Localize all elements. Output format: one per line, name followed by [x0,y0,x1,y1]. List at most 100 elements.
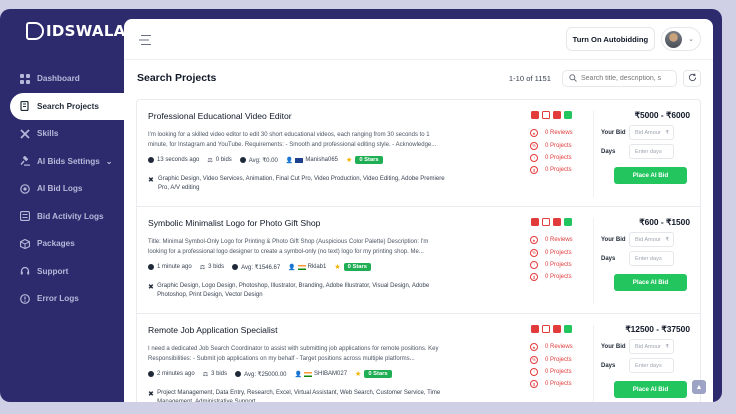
skills-text: Graphic Design, Video Services, Animatio… [158,176,445,192]
user-icon: 👤 [288,264,296,271]
projects-stat: $0 Projects [530,378,573,390]
divider [593,218,594,304]
avg-bid: Avg: ₹1546.67 [232,264,280,271]
user-icon: 👤 [294,371,303,378]
brand-logo[interactable]: IDSWALA [26,19,126,43]
sidebar-item-skills[interactable]: Skills [0,120,124,148]
search-input[interactable] [581,74,673,82]
projects-icon: $ [530,380,538,389]
days-label: Days [601,255,616,262]
project-meta: 2 minutes ago ⚖ 3 bids Avg: ₹25000.00 👤 SH… [148,370,400,378]
project-meta: 1 minute ago ⚖ 3 bids Avg: ₹1546.67 👤 Rkla… [148,263,379,271]
sidebar-item-label: Bid Activity Logs [37,211,104,221]
skills-text: Graphic Design, Logo Design, Photoshop, … [157,283,430,299]
days-row: Days Enter days [601,358,693,373]
client-user[interactable]: 👤 Rklab1 [288,264,326,271]
client-user[interactable]: 👤 Manisha065 [286,157,338,164]
sidebar-item-ai-bid-logs[interactable]: AI Bid Logs [0,175,124,203]
star-icon: ★ [346,157,353,164]
email-icon [564,111,572,119]
place-ai-bid-button[interactable]: Place AI Bid [614,381,687,398]
bid-amount-input[interactable]: Bid Amour ₹ [629,339,674,354]
projects-icon: $ [530,273,538,282]
search-icon [569,69,577,87]
days-row: Days Enter days [601,251,693,266]
profile-icon [553,218,561,226]
projects-stat: ↑ 0 Projects [530,366,573,378]
project-description: I'm looking for a skilled video editor t… [148,132,437,148]
divider [593,325,594,402]
projects-stat: ↑ 0 Projects [530,152,573,164]
review-icon: ★ [530,129,538,138]
project-meta: 13 seconds ago ⚖ 0 bids Avg: ₹0.00 👤 Manis… [148,156,391,164]
project-title[interactable]: Symbolic Minimalist Logo for Photo Gift … [148,218,320,228]
bid-amount-input[interactable]: Bid Amour ₹ [629,125,674,140]
payment-card-icon [542,111,550,119]
clock-icon [148,371,154,377]
posted-time: 13 seconds ago [148,157,199,163]
your-bid-row: Your Bid Bid Amour ₹ [601,339,693,354]
sidebar-item-packages[interactable]: Packages [0,230,124,258]
project-description: Title: Minimal Symbol-Only Logo for Prin… [148,239,429,255]
sidebar-item-search-projects[interactable]: Search Projects [10,92,124,120]
your-bid-label: Your Bid [601,236,626,243]
sidebar-item-error-logs[interactable]: Error Logs [0,285,124,313]
shield-icon [531,325,539,333]
project-card: Symbolic Minimalist Logo for Photo Gift … [136,206,701,313]
days-input[interactable]: Enter days [629,251,674,266]
reviews-stat: ★ 0 Reviews [530,127,573,139]
search-box[interactable] [562,69,677,87]
review-icon: ★ [530,236,538,245]
page-header: Search Projects 1-10 of 1151 [124,60,713,96]
logo-mark [26,22,44,40]
sidebar-item-dashboard[interactable]: Dashboard [0,65,124,93]
bid-amount-input[interactable]: Bid Amour ₹ [629,232,674,247]
posted-time: 2 minutes ago [148,371,195,377]
skills-text: Project Management, Data Entry, Research… [157,390,441,402]
refresh-button[interactable] [683,69,701,87]
project-title[interactable]: Professional Educational Video Editor [148,111,292,121]
your-bid-label: Your Bid [601,129,626,136]
chevron-down-icon: ⌄ [688,36,694,43]
target-icon [20,183,30,194]
avg-bid: Avg: ₹25000.00 [235,371,287,378]
sidebar-item-label: Dashboard [37,74,80,84]
avg-icon [235,371,242,377]
gavel-icon: ⚖ [199,264,206,271]
budget-range: ₹600 - ₹1500 [639,217,690,227]
days-input[interactable]: Enter days [629,358,674,373]
projects-stat: ↑ 0 Projects [530,259,573,271]
shield-icon [531,111,539,119]
sidebar-item-bid-activity-logs[interactable]: Bid Activity Logs [0,203,124,231]
sidebar-item-ai-bids-settings[interactable]: AI Bids Settings ⌄ [0,148,124,176]
reviews-stat: ★ 0 Reviews [530,341,573,353]
place-ai-bid-button[interactable]: Place AI Bid [614,274,687,291]
profile-icon [553,325,561,333]
autobidding-button[interactable]: Turn On Autobidding [565,27,656,51]
avg-bid: Avg: ₹0.00 [239,157,278,164]
days-label: Days [601,148,616,155]
skills-list: ✖ Graphic Design, Logo Design, Photoshop… [148,282,448,301]
your-bid-label: Your Bid [601,343,626,350]
bid-count: ⚖ 0 bids [207,157,232,164]
project-title[interactable]: Remote Job Application Specialist [148,325,277,335]
projects-icon: ↑ [530,260,538,269]
sidebar-item-label: Error Logs [37,294,79,304]
user-menu[interactable]: ⌄ [661,27,701,51]
sidebar-item-support[interactable]: Support [0,258,124,286]
project-card: Remote Job Application Specialist I need… [136,313,701,402]
scroll-to-top-button[interactable]: ▲ [692,380,706,394]
alert-icon [20,293,30,304]
sidebar-item-label: Search Projects [37,101,99,111]
reviews-stat: ★ 0 Reviews [530,234,573,246]
days-input[interactable]: Enter days [629,144,674,159]
avatar [665,30,683,48]
app-frame: IDSWALA Dashboard Search Projects Skills… [0,9,722,402]
review-icon: ★ [530,343,538,352]
pagination-count: 1-10 of 1151 [508,73,551,83]
projects-icon: % [530,355,538,364]
client-user[interactable]: 👤 SHIBAM027 [295,371,348,378]
menu-toggle-icon[interactable] [138,33,152,46]
place-ai-bid-button[interactable]: Place AI Bid [614,167,687,184]
star-icon: ★ [334,264,341,271]
